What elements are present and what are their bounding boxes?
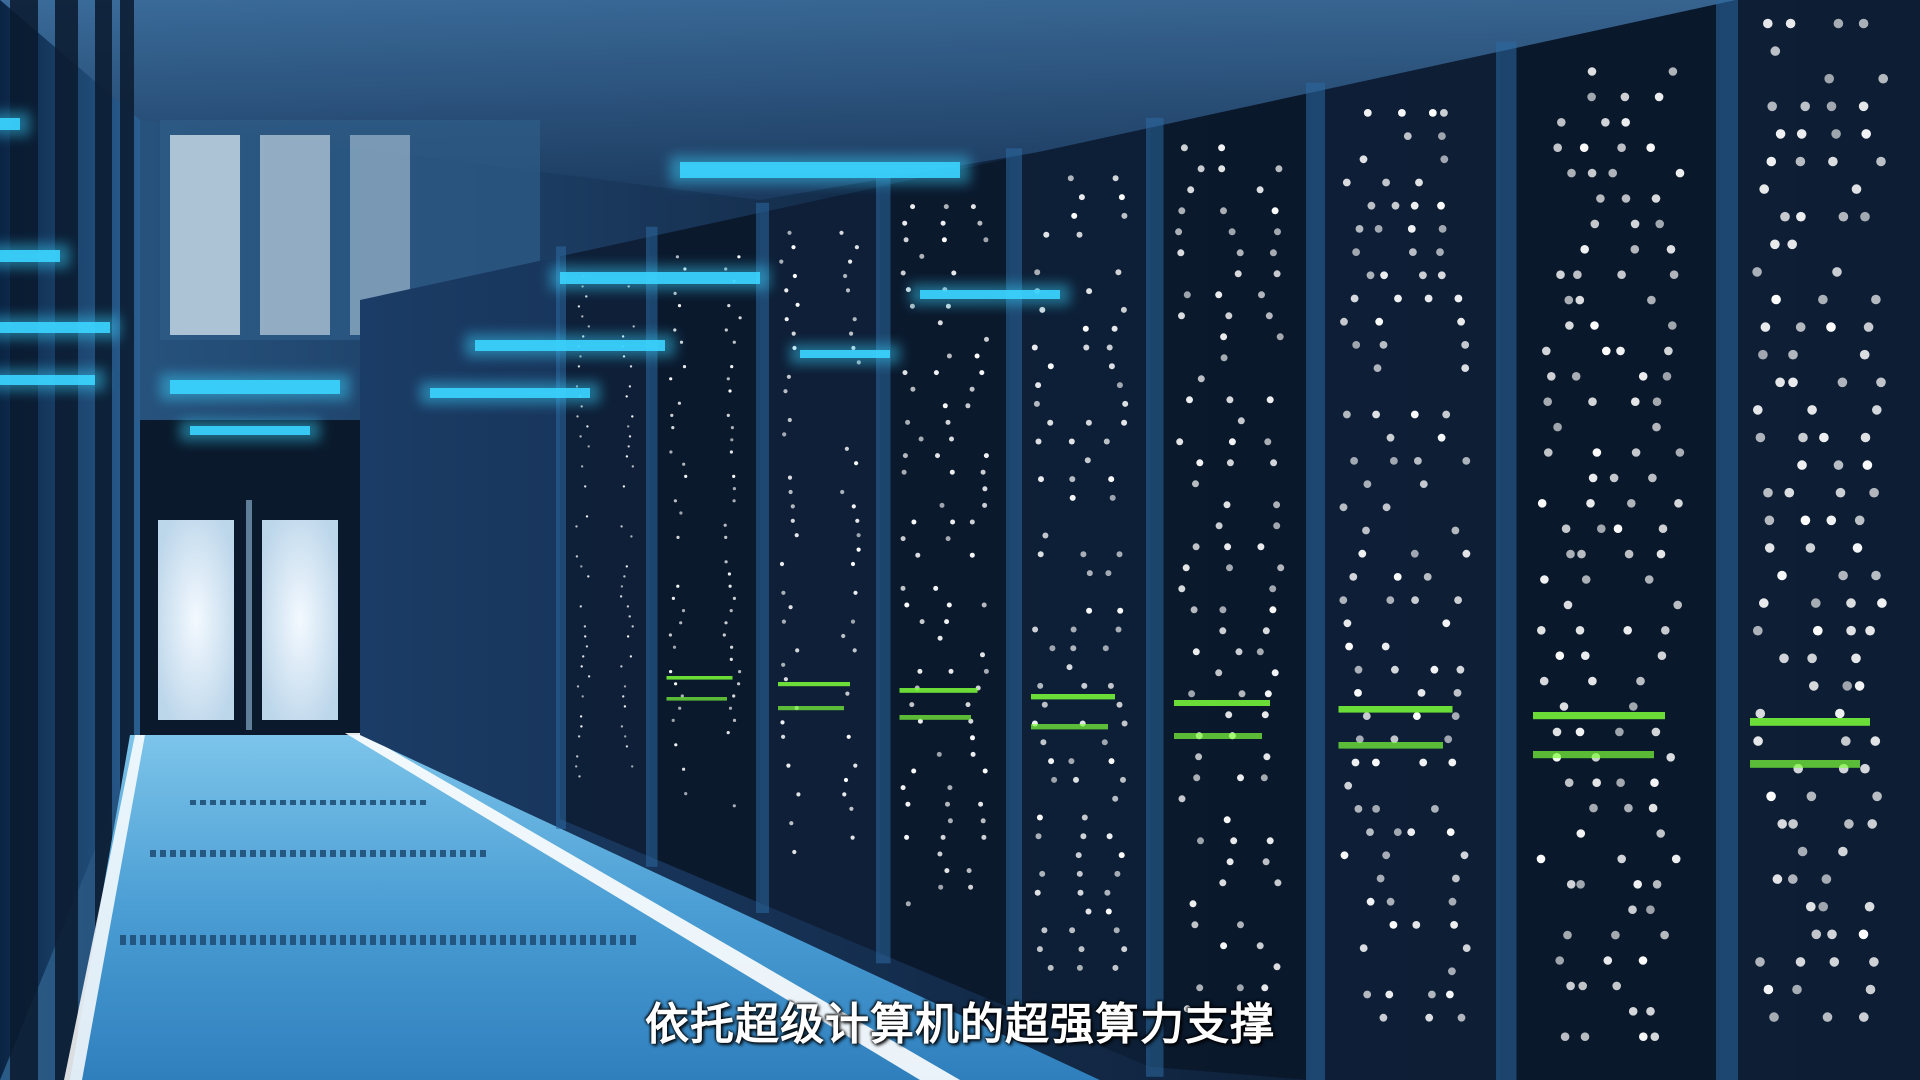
server-room-scene — [0, 0, 1920, 1080]
subtitle-caption: 依托超级计算机的超强算力支撑 — [645, 999, 1275, 1050]
video-frame: 依托超级计算机的超强算力支撑 — [0, 0, 1920, 1080]
